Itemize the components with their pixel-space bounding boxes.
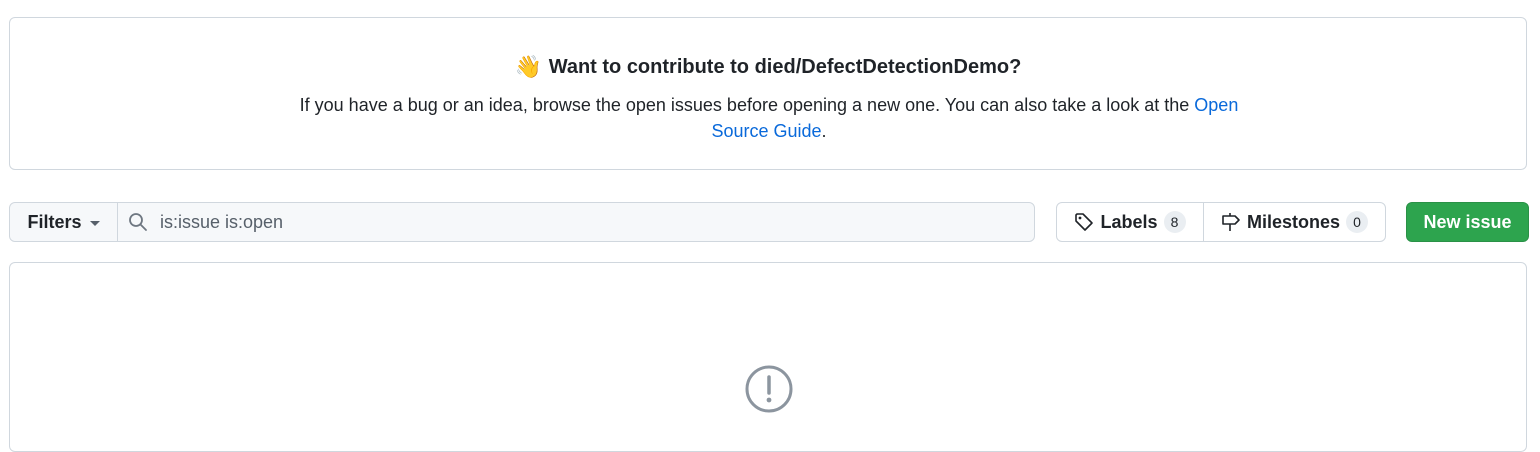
waving-hand-icon: 👋 (514, 54, 543, 79)
labels-count: 8 (1163, 211, 1186, 233)
issues-list-empty-state (9, 262, 1527, 452)
new-issue-button[interactable]: New issue (1406, 202, 1529, 242)
labels-milestones-group: Labels 8 Milestones 0 (1056, 202, 1386, 242)
labels-label: Labels (1100, 211, 1158, 232)
contribute-description: If you have a bug or an idea, browse the… (280, 92, 1258, 144)
filters-label: Filters (27, 211, 82, 232)
milestones-count: 0 (1346, 211, 1369, 233)
tag-icon (1075, 213, 1094, 231)
search-input[interactable] (158, 210, 1022, 234)
contribute-heading: 👋 Want to contribute to died/DefectDetec… (10, 55, 1526, 79)
labels-link[interactable]: Labels 8 (1057, 203, 1204, 241)
search-icon (129, 213, 147, 231)
issue-opened-icon (745, 365, 793, 413)
milestones-link[interactable]: Milestones 0 (1204, 203, 1385, 241)
contribute-banner: 👋 Want to contribute to died/DefectDetec… (9, 17, 1527, 170)
milestone-icon (1222, 213, 1240, 231)
contribute-title: Want to contribute to died/DefectDetecti… (548, 55, 1022, 78)
filter-bar: Filters (9, 202, 1035, 242)
filters-button[interactable]: Filters (10, 203, 118, 241)
contribute-text: If you have a bug or an idea, browse the… (299, 95, 1195, 115)
caret-down-icon (89, 220, 100, 226)
search-wrapper (118, 203, 1034, 241)
contribute-text-end: . (821, 121, 827, 141)
milestones-label: Milestones (1246, 211, 1341, 232)
